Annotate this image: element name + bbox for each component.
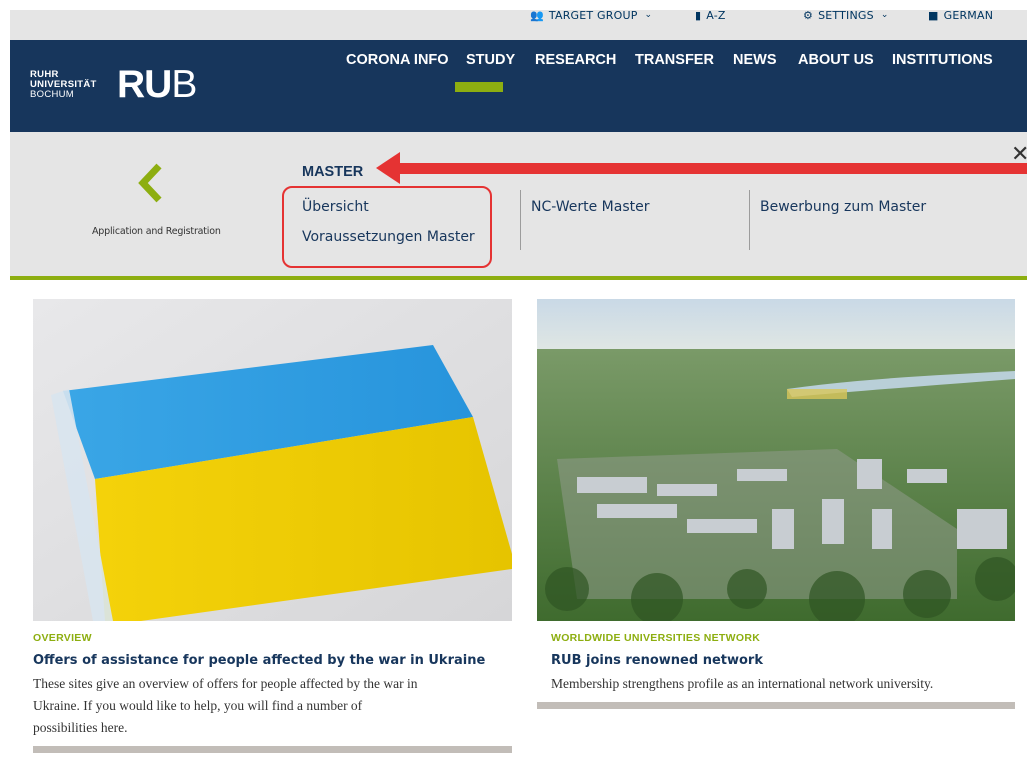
logo-mark-thin: B — [171, 63, 197, 106]
site-header: RUHR UNIVERSITÄT BOCHUM RUB — [10, 40, 1027, 132]
logo-mark[interactable]: RUB — [117, 60, 197, 110]
az-label: A-Z — [706, 8, 726, 22]
language-label: GERMAN — [943, 8, 994, 22]
nav-about-us[interactable]: ABOUT US — [798, 52, 874, 68]
highlight-box — [282, 186, 492, 268]
logo-mark-bold: RU — [117, 63, 172, 106]
nav-corona-info[interactable]: CORONA INFO — [346, 52, 449, 68]
gear-icon: ⚙ — [803, 8, 814, 22]
ukraine-flag-image[interactable] — [33, 299, 512, 621]
campus-aerial-image[interactable] — [537, 299, 1015, 621]
logo-line-3: BOCHUM — [30, 89, 75, 100]
arrow-icon — [376, 152, 1027, 184]
card-shadow — [33, 746, 512, 753]
language-switch[interactable]: ■ GERMAN — [928, 0, 993, 30]
card-1-text-line: These sites give an overview of offers f… — [33, 676, 418, 691]
az-link[interactable]: ▮ A-Z — [695, 0, 726, 30]
speech-bubble-icon: ■ — [928, 8, 939, 22]
submenu-link-nc-werte[interactable]: NC-Werte Master — [531, 199, 650, 215]
card-2-text-line: Membership strengthens profile as an int… — [551, 676, 934, 691]
submenu-separator — [520, 190, 521, 250]
card-1-text-line: possibilities here. — [33, 720, 128, 735]
settings-menu[interactable]: ⚙ SETTINGS ⌄ — [803, 0, 889, 30]
submenu-link-bewerbung[interactable]: Bewerbung zum Master — [760, 199, 926, 215]
submenu-divider — [10, 276, 1027, 280]
card-1-title[interactable]: Offers of assistance for people affected… — [33, 653, 485, 668]
card-2-text: Membership strengthens profile as an int… — [551, 673, 933, 695]
card-shadow — [537, 702, 1015, 709]
card-1-kicker: OVERVIEW — [33, 632, 92, 644]
card-1-text: These sites give an overview of offers f… — [33, 673, 417, 739]
card-2-kicker: WORLDWIDE UNIVERSITIES NETWORK — [551, 632, 761, 644]
nav-study[interactable]: STUDY — [466, 52, 515, 68]
back-chevron-icon[interactable] — [135, 162, 165, 204]
nav-active-indicator — [455, 82, 503, 92]
nav-research[interactable]: RESEARCH — [535, 52, 616, 68]
settings-label: SETTINGS — [818, 8, 874, 22]
nav-institutions[interactable]: INSTITUTIONS — [892, 52, 993, 68]
card-1-text-line: Ukraine. If you would like to help, you … — [33, 698, 363, 713]
chevron-down-icon: ⌄ — [644, 10, 653, 20]
people-icon: 👥 — [530, 8, 544, 22]
target-group-label: TARGET GROUP — [548, 8, 638, 22]
nav-news[interactable]: NEWS — [733, 52, 777, 68]
card-2-title[interactable]: RUB joins renowned network — [551, 653, 763, 668]
back-label[interactable]: Application and Registration — [92, 226, 221, 237]
book-icon: ▮ — [695, 8, 702, 22]
target-group-menu[interactable]: 👥 TARGET GROUP ⌄ — [530, 0, 652, 30]
submenu-title: MASTER — [302, 164, 364, 180]
chevron-down-icon: ⌄ — [880, 10, 889, 20]
nav-transfer[interactable]: TRANSFER — [635, 52, 714, 68]
logo-wordmark[interactable]: RUHR UNIVERSITÄT BOCHUM — [30, 70, 97, 100]
submenu-separator — [749, 190, 750, 250]
